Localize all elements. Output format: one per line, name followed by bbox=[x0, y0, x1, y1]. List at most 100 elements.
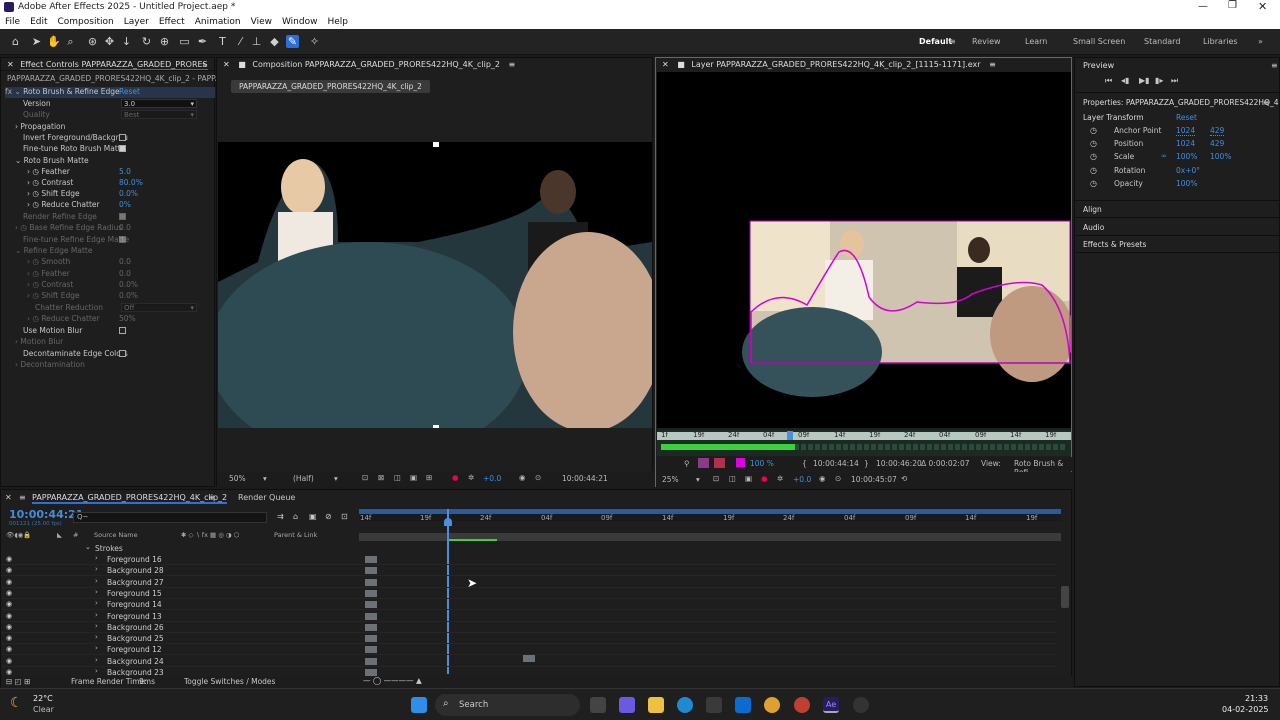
visibility-eye-icon[interactable]: ◉ bbox=[6, 578, 12, 586]
decontaminate-checkbox[interactable] bbox=[119, 350, 126, 357]
stopwatch-icon[interactable]: ◷ bbox=[1090, 166, 1097, 175]
draft-3d-icon[interactable]: ⌂ bbox=[293, 512, 298, 521]
layer-timeline-strip[interactable]: 1f 19f 24f 04f 09f 14f 19f 24f 04f 09f 1… bbox=[657, 430, 1071, 456]
tab-composition[interactable]: Composition PAPPARAZZA_GRADED_PRORES422H… bbox=[252, 60, 500, 69]
mask-visibility-icon[interactable]: ◫ bbox=[729, 474, 736, 483]
anchor-tool-icon[interactable]: ⊕ bbox=[158, 35, 171, 48]
timeline-search-input[interactable]: Q~ bbox=[73, 512, 267, 523]
layer-duration-bar[interactable] bbox=[365, 612, 377, 620]
layer-ruler[interactable] bbox=[657, 432, 1071, 440]
file-explorer-icon[interactable] bbox=[648, 697, 664, 713]
table-row[interactable]: ◉ › Foreground 13 bbox=[1, 611, 1056, 622]
chevron-right-icon[interactable]: › bbox=[95, 599, 98, 607]
render-refine-checkbox[interactable] bbox=[119, 213, 126, 220]
parent-link-header[interactable]: Parent & Link bbox=[274, 531, 317, 539]
hand-tool-icon[interactable]: ✋ bbox=[47, 35, 61, 48]
pan-tool-icon[interactable]: ✥ bbox=[103, 35, 116, 48]
stopwatch-icon[interactable]: ◷ bbox=[1090, 152, 1097, 161]
visibility-eye-icon[interactable]: ◉ bbox=[6, 600, 12, 608]
table-row[interactable]: ◉ › Background 25 bbox=[1, 633, 1056, 645]
video-switch-icon[interactable]: 👁◖◉🔒 bbox=[6, 531, 31, 539]
close-tab-icon[interactable]: ✕ bbox=[662, 60, 669, 69]
contrast-value[interactable]: 80.0% bbox=[119, 178, 143, 189]
base-radius-value[interactable]: 0.0 bbox=[119, 223, 131, 234]
menu-effect[interactable]: Effect bbox=[159, 17, 185, 27]
tab-render-queue[interactable]: Render Queue bbox=[238, 493, 295, 502]
last-frame-icon[interactable]: ⏭ bbox=[1171, 76, 1178, 86]
chatter-reduction-select[interactable]: Off ▾ bbox=[121, 303, 197, 312]
next-frame-icon[interactable]: ▮▸ bbox=[1155, 76, 1163, 85]
type-tool-icon[interactable]: T bbox=[216, 35, 229, 48]
layer-magnification-select[interactable]: 25% bbox=[662, 475, 679, 484]
chevron-down-icon[interactable]: ⌄ bbox=[14, 87, 20, 96]
effects-presets-panel[interactable]: Effects & Presets bbox=[1083, 240, 1146, 249]
visibility-eye-icon[interactable]: ◉ bbox=[6, 634, 12, 642]
smooth-value[interactable]: 0.0 bbox=[119, 257, 131, 268]
table-row[interactable]: ◉ › Background 28 bbox=[1, 565, 1056, 577]
tab-effect-controls[interactable]: Effect Controls PAPPARAZZA_GRADED_PRORES bbox=[20, 60, 208, 70]
weather-temp[interactable]: 22°C bbox=[33, 694, 53, 703]
out-point[interactable]: 10:00:46:20 bbox=[876, 459, 922, 468]
quality-select[interactable]: Best ▾ bbox=[121, 110, 197, 119]
zoom-slider[interactable]: — ◯ ———— ▲ bbox=[363, 676, 422, 685]
stopwatch-icon[interactable]: ◷ bbox=[1090, 179, 1097, 188]
position-y[interactable]: 429 bbox=[1210, 139, 1224, 148]
audio-panel[interactable]: Audio bbox=[1083, 223, 1104, 232]
link-icon[interactable]: ∞ bbox=[1161, 152, 1167, 160]
reset-button[interactable]: Reset bbox=[119, 87, 140, 96]
first-frame-icon[interactable]: ⏮ bbox=[1105, 76, 1112, 86]
chevron-right-icon[interactable]: › bbox=[95, 633, 98, 641]
after-effects-taskbar-icon[interactable]: Ae bbox=[823, 697, 839, 713]
layer-duration-bar[interactable] bbox=[365, 589, 377, 597]
graph-editor-icon[interactable]: ⊡ bbox=[341, 512, 348, 521]
restore-icon[interactable]: ❐ bbox=[1228, 0, 1237, 11]
invert-checkbox[interactable] bbox=[119, 134, 126, 141]
position-x[interactable]: 1024 bbox=[1176, 139, 1195, 148]
chevron-right-icon[interactable]: › bbox=[95, 588, 98, 596]
in-point[interactable]: 10:00:44:14 bbox=[813, 459, 859, 468]
table-row[interactable]: ◉ › Foreground 14 bbox=[1, 599, 1056, 611]
exposure-value[interactable]: +0.0 bbox=[483, 474, 501, 483]
layer-duration-bar[interactable] bbox=[365, 623, 377, 631]
table-row[interactable]: ◉ › Background 26 bbox=[1, 622, 1056, 633]
chevron-right-icon[interactable]: › bbox=[95, 656, 98, 664]
chevron-right-icon[interactable]: › bbox=[95, 667, 98, 675]
menu-window[interactable]: Window bbox=[282, 17, 318, 27]
layer-duration-bar[interactable] bbox=[365, 567, 377, 575]
orbit-tool-icon[interactable]: ⊛ bbox=[86, 35, 99, 48]
resolution-select[interactable]: (Half) bbox=[293, 474, 314, 483]
chevron-right-icon[interactable]: › bbox=[95, 554, 98, 562]
lock-icon[interactable]: ■ bbox=[677, 60, 685, 69]
anchor-y[interactable]: 429 bbox=[1210, 126, 1225, 136]
visibility-eye-icon[interactable]: ◉ bbox=[6, 645, 12, 653]
dolly-tool-icon[interactable]: ↓ bbox=[120, 35, 133, 48]
layer-duration-bar[interactable] bbox=[365, 646, 377, 654]
source-name-header[interactable]: Source Name bbox=[94, 531, 138, 539]
chevron-right-icon[interactable]: › bbox=[95, 611, 98, 619]
layer-viewer[interactable] bbox=[657, 72, 1071, 428]
chevron-right-icon[interactable]: › bbox=[95, 644, 98, 652]
panel-menu-icon[interactable]: ≡ bbox=[1271, 61, 1278, 70]
layer-duration-bar[interactable] bbox=[365, 601, 377, 609]
overlay-opacity[interactable]: 100 % bbox=[750, 459, 774, 468]
chrome-alt-icon[interactable] bbox=[794, 697, 810, 713]
windows-start-icon[interactable] bbox=[411, 697, 427, 713]
chevron-right-icon[interactable]: › bbox=[95, 565, 98, 573]
playhead-handle[interactable] bbox=[444, 518, 452, 526]
guides-icon[interactable]: ▣ bbox=[745, 474, 752, 483]
layer-current-time[interactable]: 10:00:45:07 bbox=[851, 475, 897, 484]
chrome-icon[interactable] bbox=[764, 697, 780, 713]
table-row[interactable]: ◉ › Foreground 12 bbox=[1, 644, 1056, 656]
visibility-eye-icon[interactable]: ◉ bbox=[6, 612, 12, 620]
zoom-tool-icon[interactable]: ⌕ bbox=[64, 35, 77, 48]
chatter2-value[interactable]: 50% bbox=[119, 314, 136, 325]
channel-icon[interactable]: ● bbox=[761, 474, 768, 483]
settings-icon[interactable] bbox=[853, 697, 869, 713]
visibility-eye-icon[interactable]: ◉ bbox=[6, 566, 12, 574]
menu-composition[interactable]: Composition bbox=[58, 17, 114, 27]
rotate-tool-icon[interactable]: ↻ bbox=[140, 35, 153, 48]
scale-y[interactable]: 100% bbox=[1210, 152, 1231, 161]
panel-menu-icon[interactable]: ≡ bbox=[509, 60, 516, 69]
workspace-learn[interactable]: Learn bbox=[1025, 37, 1047, 46]
panel-menu-icon[interactable]: ≡ bbox=[1263, 98, 1270, 107]
